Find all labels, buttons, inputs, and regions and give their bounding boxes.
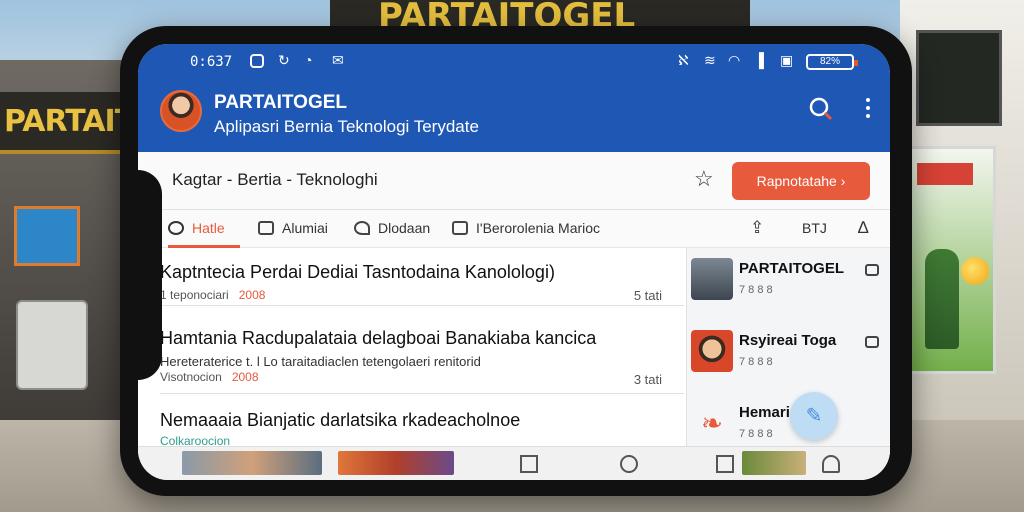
tab-berorolenia[interactable]: I'Berorolenia Marioc (452, 210, 600, 248)
leaf-logo-icon: ❧ (691, 402, 733, 444)
alarm-icon: ◔ (304, 52, 313, 68)
notification-icon (250, 54, 264, 68)
list-item[interactable]: Nemaaaia Bianjatic darlatsika rkadeachol… (160, 394, 684, 450)
share-icon[interactable]: ⇪ (750, 218, 764, 238)
nfc-icon: ℵ (678, 52, 689, 68)
phone-screen: 0:637 ↻ ◔ ✉ ℵ ≋ ◠ ▐ ▣ 82% PARTAITOGEL Ap… (138, 44, 890, 480)
kiosk-machine (16, 300, 88, 390)
tab-bar: Hatle Alumiai Dlodaan I'Berorolenia Mari… (138, 210, 890, 248)
message-icon (452, 221, 468, 235)
app-header: PARTAITOGEL Aplipasri Bernia Teknologi T… (138, 80, 890, 152)
app-title: PARTAITOGEL (214, 92, 347, 113)
banner-left (14, 206, 80, 266)
side-item-count: 7 8 8 8 (739, 284, 773, 296)
chat-icon[interactable] (865, 264, 879, 276)
tab-alumiai[interactable]: Alumiai (258, 210, 328, 248)
article-title: Hamtania Racdupalataia delagboai Banakia… (160, 328, 597, 348)
signal-icon: ▐ (754, 52, 764, 68)
phone-notch (120, 170, 162, 380)
article-time: 5 tati (633, 288, 662, 303)
article-time: 3 tati (633, 372, 662, 387)
side-item-count: 7 8 8 8 (739, 428, 773, 440)
comment-icon (168, 221, 184, 235)
user-icon[interactable] (822, 455, 840, 473)
more-vertical-icon[interactable] (862, 98, 874, 124)
compose-icon[interactable]: ✎ (790, 392, 838, 440)
heart-icon (354, 221, 370, 235)
wifi-icon: ◠ (728, 52, 741, 68)
profile-icon[interactable]: ∆ (858, 218, 868, 238)
battery-icon: 82% (806, 54, 858, 70)
status-time: 0:637 (190, 54, 233, 70)
side-item-count: 7 8 8 8 (739, 356, 773, 368)
sync-icon: ↻ (278, 52, 290, 68)
tab-hatle[interactable]: Hatle (168, 210, 240, 248)
sub-header: Kagtar - Bertia - Teknologhi ☆ Rapnotata… (138, 152, 890, 210)
app-subtitle: Aplipasri Bernia Teknologi Terydate (214, 117, 479, 136)
breadcrumb: Kagtar - Bertia - Teknologhi (172, 170, 378, 189)
home-icon[interactable] (520, 455, 538, 473)
arrow-right-icon: › (840, 173, 846, 189)
store-sign-top: PARTAITOGEL (330, 0, 750, 36)
article-title: Nemaaaia Bianjatic darlatsika rkadeachol… (160, 410, 521, 430)
poster-logo (917, 163, 973, 185)
poster-right (908, 146, 996, 374)
tabs-icon[interactable] (716, 455, 734, 473)
data-icon: ▣ (780, 52, 794, 68)
article-description: Hereteraterice t. l Lo taraitadiaclen te… (160, 354, 481, 369)
status-bar: 0:637 ↻ ◔ ✉ ℵ ≋ ◠ ▐ ▣ 82% (138, 44, 890, 80)
thumbnail-strip[interactable] (182, 451, 322, 475)
list-item[interactable]: Kaptntecia Perdai Dediai Tasntodaina Kan… (160, 248, 684, 306)
list-item[interactable]: Hamtania Racdupalataia delagboai Banakia… (160, 306, 684, 394)
tab-dlodaan[interactable]: Dlodaan (354, 210, 430, 248)
poster-ball (961, 257, 989, 285)
subscribe-button-label: Rapnotatahe (756, 173, 837, 189)
side-item[interactable]: PARTAITOGEL 7 8 8 8 (687, 248, 890, 310)
vibrate-icon: ≋ (704, 52, 716, 68)
search-icon[interactable] (808, 96, 834, 122)
poster-figure (925, 249, 959, 349)
chat-icon[interactable] (865, 336, 879, 348)
avatar[interactable] (160, 90, 202, 132)
side-item-name: Hemari (739, 404, 790, 421)
star-icon[interactable]: ☆ (694, 166, 714, 192)
tab-btj[interactable]: BTJ (802, 220, 827, 236)
article-title: Kaptntecia Perdai Dediai Tasntodaina Kan… (160, 262, 555, 282)
side-item[interactable]: Rsyireai Toga 7 8 8 8 (687, 320, 890, 382)
subscribe-button[interactable]: Rapnotatahe › (732, 162, 870, 200)
avatar (691, 330, 733, 372)
side-item-name: PARTAITOGEL (739, 260, 844, 277)
article-meta: 1 teponociari 2008 (160, 288, 266, 302)
notice-board (916, 30, 1002, 126)
location-icon[interactable] (620, 455, 638, 473)
side-item-name: Rsyireai Toga (739, 332, 837, 349)
thumbnail-strip[interactable] (742, 451, 806, 475)
avatar (691, 258, 733, 300)
thumbnail-strip[interactable] (338, 451, 454, 475)
bottom-nav (138, 446, 890, 480)
chat-icon (258, 221, 274, 235)
article-meta: Visotnocion 2008 (160, 370, 259, 384)
article-list: Kaptntecia Perdai Dediai Tasntodaina Kan… (160, 248, 684, 468)
mail-icon: ✉ (332, 52, 344, 68)
side-item[interactable]: ❧ Hemari 7 8 8 8 (687, 392, 890, 454)
